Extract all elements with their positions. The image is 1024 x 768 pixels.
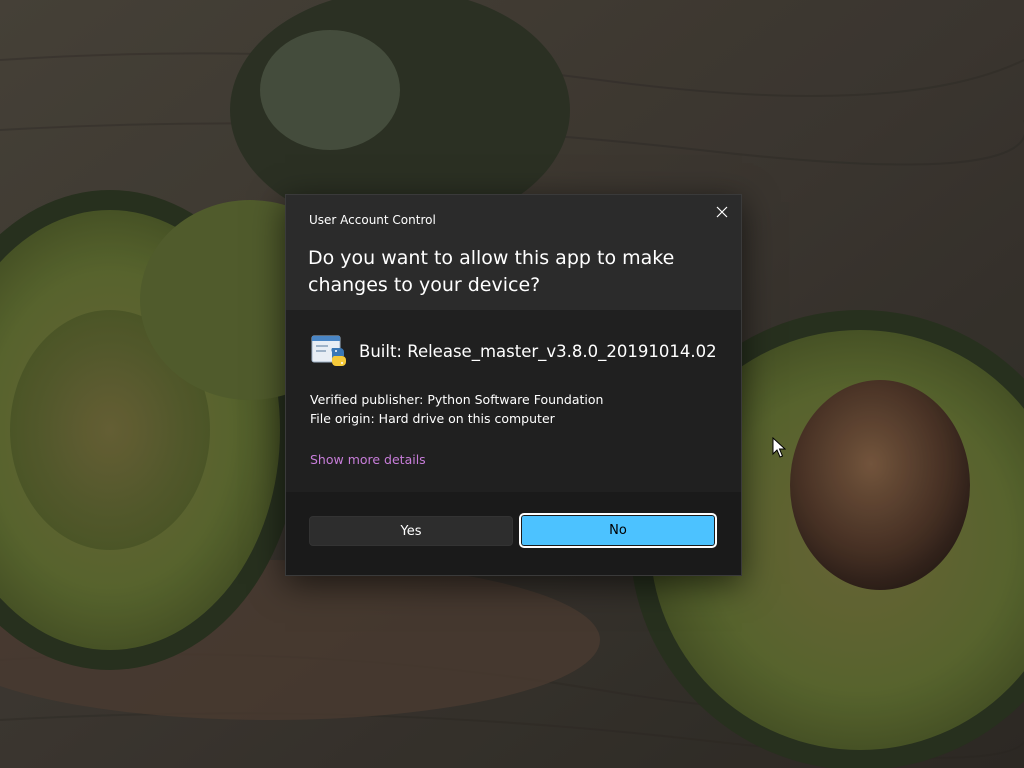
uac-footer: Yes No bbox=[286, 492, 741, 575]
verified-publisher: Verified publisher: Python Software Foun… bbox=[310, 392, 604, 407]
app-name: Built: Release_master_v3.8.0_20191014.02 bbox=[359, 341, 717, 361]
close-button[interactable] bbox=[711, 201, 733, 223]
close-icon bbox=[716, 206, 728, 218]
app-row: Built: Release_master_v3.8.0_20191014.02 bbox=[310, 332, 717, 370]
mouse-pointer-icon bbox=[772, 437, 786, 458]
uac-header: User Account Control Do you want to allo… bbox=[286, 195, 741, 310]
yes-button[interactable]: Yes bbox=[309, 516, 513, 546]
dialog-title: User Account Control bbox=[309, 213, 436, 227]
no-button[interactable]: No bbox=[519, 513, 717, 548]
uac-body: Built: Release_master_v3.8.0_20191014.02… bbox=[286, 310, 741, 492]
desktop: User Account Control Do you want to allo… bbox=[0, 0, 1024, 768]
python-icon bbox=[311, 335, 346, 366]
file-origin: File origin: Hard drive on this computer bbox=[310, 411, 555, 426]
show-more-details-link[interactable]: Show more details bbox=[310, 452, 426, 467]
uac-dialog: User Account Control Do you want to allo… bbox=[285, 194, 742, 576]
dialog-question: Do you want to allow this app to make ch… bbox=[308, 247, 675, 296]
